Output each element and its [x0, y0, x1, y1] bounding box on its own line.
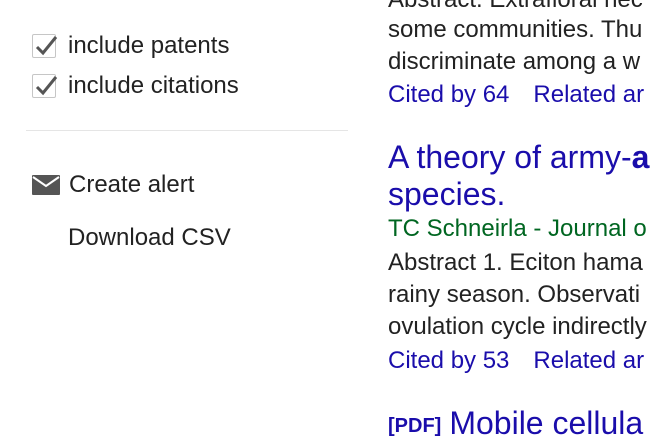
result-2-title-text: A theory of army- — [388, 139, 632, 175]
checkmark-icon — [35, 76, 58, 96]
include-citations-option[interactable]: include citations — [32, 72, 239, 100]
related-articles-link[interactable]: Related ar — [533, 81, 644, 108]
checkmark-icon — [35, 36, 58, 56]
result-3-title-row: [PDF] Mobile cellula — [388, 404, 643, 443]
result-1-links: Cited by 64 Related ar — [388, 79, 644, 111]
envelope-icon — [32, 175, 60, 195]
download-csv-link[interactable]: Download CSV — [68, 224, 231, 252]
include-patents-label: include patents — [68, 32, 230, 59]
result-2-links: Cited by 53 Related ar — [388, 345, 644, 377]
result-3-title-link[interactable]: Mobile cellula — [449, 405, 643, 441]
related-articles-link[interactable]: Related ar — [533, 347, 644, 374]
result-2-title-bold: a — [631, 139, 650, 175]
result-2-snippet-line: ovulation cycle indirectly — [388, 313, 647, 340]
result-1-snippet-line: some communities. Thu — [388, 16, 643, 43]
result-1-snippet-line: discriminate among a w — [388, 48, 641, 75]
result-2-snippet-line: Abstract 1. Eciton hama — [388, 249, 643, 276]
include-citations-label: include citations — [68, 72, 239, 99]
include-patents-checkbox[interactable] — [32, 34, 58, 58]
result-2-title-link[interactable]: A theory of army-a — [388, 138, 649, 176]
result-2-snippet-line: rainy season. Observati — [388, 281, 641, 308]
cited-by-link[interactable]: Cited by 53 — [388, 347, 509, 374]
results-list: Abstract. Extrafloral nec some communiti… — [388, 0, 660, 448]
create-alert-label: Create alert — [69, 171, 195, 198]
sidebar: include patents include citations Create… — [0, 0, 350, 448]
include-citations-checkbox[interactable] — [32, 74, 58, 98]
cited-by-link[interactable]: Cited by 64 — [388, 81, 509, 108]
sidebar-divider — [26, 130, 348, 131]
include-patents-option[interactable]: include patents — [32, 32, 229, 60]
pdf-tag-link[interactable]: [PDF] — [388, 415, 441, 437]
create-alert-link[interactable]: Create alert — [32, 170, 194, 200]
result-2-title-line2[interactable]: species. — [388, 175, 505, 213]
result-2-authors: TC Schneirla - Journal o — [388, 215, 647, 242]
